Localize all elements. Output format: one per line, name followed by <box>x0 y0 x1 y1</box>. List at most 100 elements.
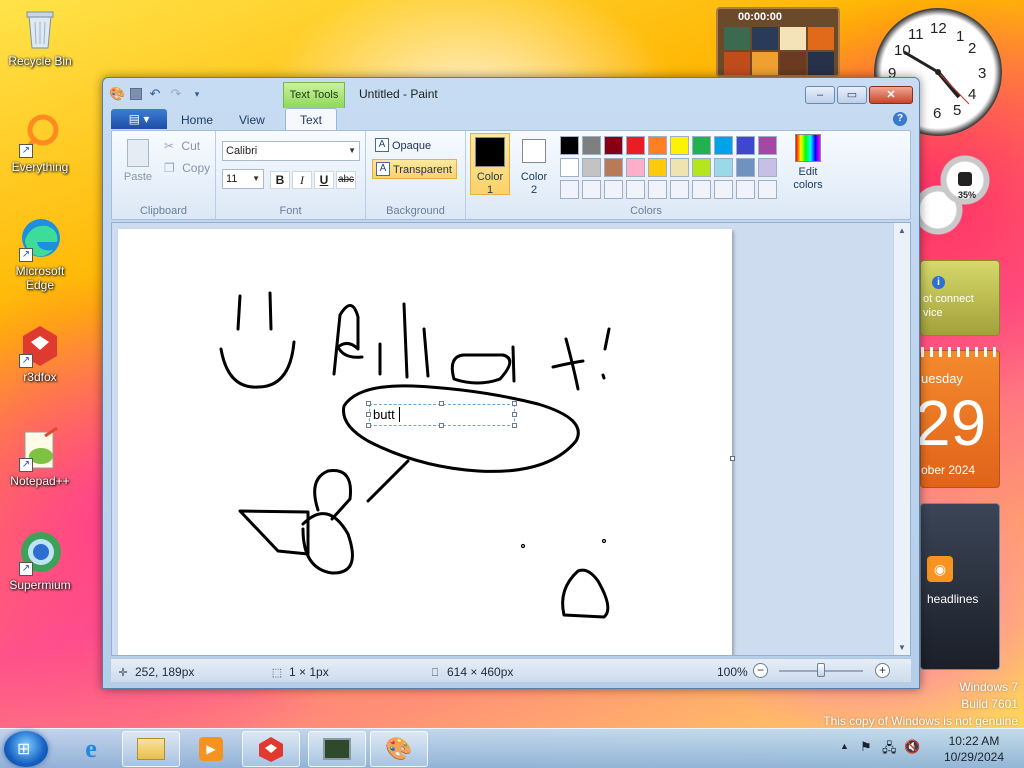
taskbar-paint[interactable]: 🎨 <box>370 731 428 767</box>
palette-swatch[interactable] <box>604 180 623 199</box>
help-icon[interactable]: ? <box>893 112 907 126</box>
tab-home[interactable]: Home <box>181 111 213 130</box>
zoom-in-button[interactable]: + <box>875 663 890 678</box>
action-center-flag-icon[interactable]: ⚑ <box>860 739 872 755</box>
text-resize-handle[interactable] <box>439 423 444 428</box>
start-button[interactable]: ⊞ <box>4 731 48 767</box>
palette-swatch[interactable] <box>736 180 755 199</box>
copy-button[interactable]: ❐ Copy <box>164 161 210 177</box>
underline-button[interactable]: U <box>314 171 334 189</box>
palette-swatch[interactable] <box>736 158 755 177</box>
stopwatch-gadget[interactable]: 00:00:00 <box>716 7 840 77</box>
feed-headlines-gadget[interactable]: ◉ headlines <box>920 503 1000 670</box>
taskbar-r3dfox[interactable] <box>242 731 300 767</box>
palette-swatch[interactable] <box>714 158 733 177</box>
palette-swatch[interactable] <box>714 136 733 155</box>
transparent-button[interactable]: A Transparent <box>372 159 457 179</box>
palette-swatch[interactable] <box>670 136 689 155</box>
desktop-icon-notepadpp[interactable]: ↗ Notepad++ <box>0 426 80 488</box>
font-family-select[interactable]: Calibri ▼ <box>222 141 360 161</box>
color1-button[interactable]: Color 1 <box>470 133 510 196</box>
vertical-scrollbar[interactable]: ▲ ▼ <box>893 223 910 655</box>
save-icon[interactable] <box>130 88 142 100</box>
paste-button[interactable]: Paste <box>120 137 156 187</box>
taskbar-task-manager[interactable] <box>308 731 366 767</box>
palette-swatch[interactable] <box>582 180 601 199</box>
desktop-icon-recycle-bin[interactable]: Recycle Bin <box>0 6 80 68</box>
palette-swatch[interactable] <box>758 158 777 177</box>
palette-swatch[interactable] <box>626 136 645 155</box>
palette-swatch[interactable] <box>560 158 579 177</box>
canvas-resize-handle[interactable] <box>730 456 735 461</box>
tab-text[interactable]: Text <box>285 108 338 130</box>
palette-swatch[interactable] <box>758 180 777 199</box>
paint-app-icon[interactable]: 🎨 <box>109 86 125 102</box>
desktop-icon-edge[interactable]: ↗ Microsoft Edge <box>0 216 80 292</box>
palette-swatch[interactable] <box>560 136 579 155</box>
italic-button[interactable]: I <box>292 171 312 189</box>
desktop-icon-everything[interactable]: ↗ Everything <box>0 112 80 174</box>
color2-button[interactable]: Color 2 <box>514 136 554 197</box>
puzzle-grid[interactable] <box>724 27 834 75</box>
minimize-button[interactable]: – <box>805 86 835 104</box>
palette-swatch[interactable] <box>604 158 623 177</box>
canvas-workarea[interactable]: butt ▲ ▼ <box>111 222 911 656</box>
palette-swatch[interactable] <box>714 180 733 199</box>
palette-swatch[interactable] <box>648 158 667 177</box>
palette-swatch[interactable] <box>604 136 623 155</box>
maximize-button[interactable]: ▭ <box>837 86 867 104</box>
palette-swatch[interactable] <box>582 158 601 177</box>
network-icon[interactable]: 🖧 <box>882 739 897 761</box>
bold-button[interactable]: B <box>270 171 290 189</box>
text-resize-handle[interactable] <box>439 401 444 406</box>
cut-button[interactable]: ✂ Cut <box>164 139 200 155</box>
palette-swatch[interactable] <box>692 158 711 177</box>
text-resize-handle[interactable] <box>366 401 371 406</box>
edit-colors-button[interactable]: Edit colors <box>788 134 828 192</box>
show-hidden-icons-icon[interactable]: ▲ <box>840 741 849 751</box>
text-resize-handle[interactable] <box>512 423 517 428</box>
taskbar-file-explorer[interactable] <box>122 731 180 767</box>
undo-icon[interactable]: ↶ <box>147 86 163 102</box>
weather-gadget[interactable]: i ot connect vice <box>920 260 1000 336</box>
close-button[interactable]: ✕ <box>869 86 913 104</box>
palette-swatch[interactable] <box>626 180 645 199</box>
font-size-select[interactable]: 11 ▼ <box>222 169 264 189</box>
scroll-down-icon[interactable]: ▼ <box>894 643 910 652</box>
zoom-slider-thumb[interactable] <box>817 663 825 677</box>
text-resize-handle[interactable] <box>366 412 371 417</box>
redo-icon[interactable]: ↷ <box>168 86 184 102</box>
palette-swatch[interactable] <box>736 136 755 155</box>
title-bar[interactable]: 🎨 ↶ ↷ ▾ Text Tools Untitled - Paint – ▭ … <box>103 78 919 108</box>
tab-view[interactable]: View <box>239 111 265 130</box>
desktop-icon-supermium[interactable]: ↗ Supermium <box>0 530 80 592</box>
paint-window[interactable]: 🎨 ↶ ↷ ▾ Text Tools Untitled - Paint – ▭ … <box>102 77 920 689</box>
palette-swatch[interactable] <box>670 158 689 177</box>
opaque-button[interactable]: A Opaque <box>372 136 431 156</box>
taskbar-clock[interactable]: 10:22 AM 10/29/2024 <box>944 733 1004 765</box>
palette-swatch[interactable] <box>670 180 689 199</box>
calendar-gadget[interactable]: uesday 29 ober 2024 <box>915 347 1001 488</box>
palette-swatch[interactable] <box>648 180 667 199</box>
taskbar-internet-explorer[interactable]: e <box>62 731 120 767</box>
palette-swatch[interactable] <box>560 180 579 199</box>
palette-swatch[interactable] <box>626 158 645 177</box>
customize-qat-icon[interactable]: ▾ <box>189 86 205 102</box>
palette-swatch[interactable] <box>758 136 777 155</box>
palette-swatch[interactable] <box>582 136 601 155</box>
desktop-icon-r3dfox[interactable]: ↗ r3dfox <box>0 322 80 384</box>
paint-menu-button[interactable]: ▤ ▾ <box>111 109 167 129</box>
cpu-meter-gadget[interactable]: 35% <box>920 148 1000 238</box>
palette-swatch[interactable] <box>692 180 711 199</box>
strikethrough-button[interactable]: abc <box>336 171 356 189</box>
zoom-out-button[interactable]: − <box>753 663 768 678</box>
text-resize-handle[interactable] <box>366 423 371 428</box>
palette-swatch[interactable] <box>648 136 667 155</box>
drawing-canvas[interactable]: butt <box>118 229 732 655</box>
taskbar-media-player[interactable]: ▶ <box>182 731 240 767</box>
volume-muted-icon[interactable]: 🔇 <box>904 739 920 755</box>
text-resize-handle[interactable] <box>512 401 517 406</box>
palette-swatch[interactable] <box>692 136 711 155</box>
text-resize-handle[interactable] <box>512 412 517 417</box>
scroll-up-icon[interactable]: ▲ <box>894 226 910 235</box>
